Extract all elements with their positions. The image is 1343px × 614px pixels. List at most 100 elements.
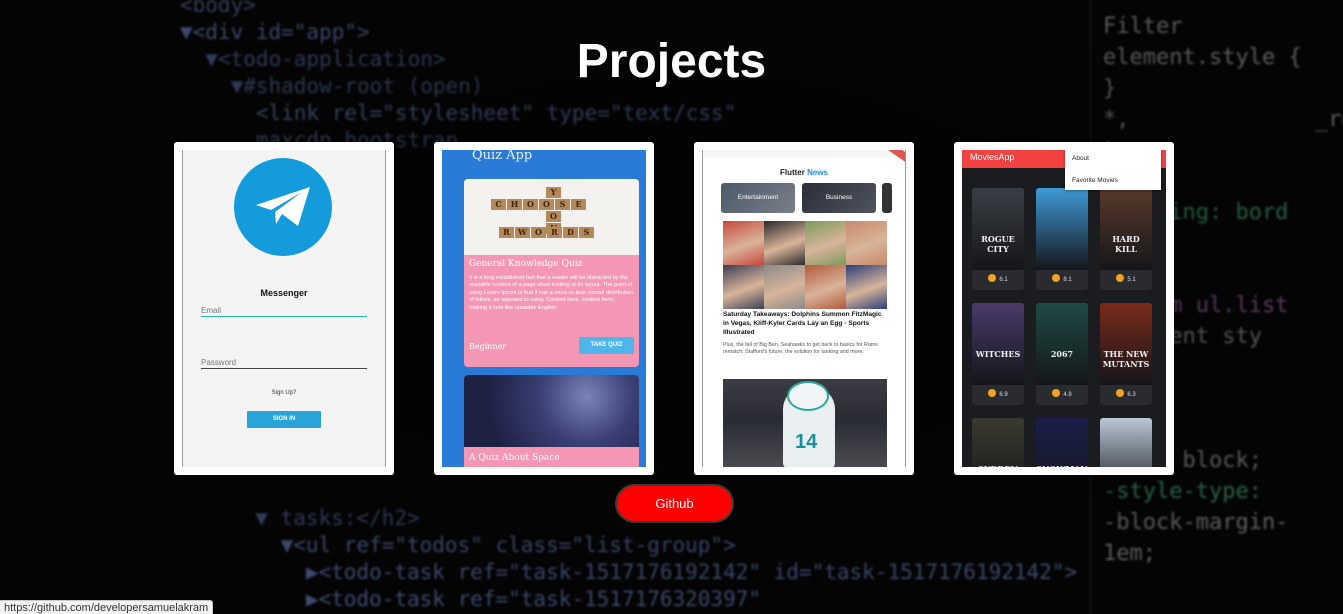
scrabble-tile: W [515, 227, 530, 238]
email-field: Email [201, 306, 367, 317]
movie-tile [1100, 418, 1152, 467]
movie-tile: 2067 4.8 [1036, 303, 1088, 405]
signup-link: Sign Up? [271, 390, 297, 396]
movie-tile: ROGUE CITY 6.1 [972, 188, 1024, 290]
movie-poster [1036, 303, 1088, 385]
scrabble-tile: O [531, 227, 546, 238]
movie-title: HARD KILL [1112, 234, 1140, 254]
star-icon [988, 389, 997, 397]
collage-photo [764, 265, 805, 309]
movie-title: SNOWMAN [1036, 464, 1088, 467]
space-image [464, 375, 639, 447]
category-tile [882, 183, 892, 213]
quiz-card: A Quiz About Space [464, 375, 639, 467]
movie-rating-value: 6.9 [999, 392, 1008, 398]
project-card-quiz-app[interactable]: Quiz App CHOOSEYOURWORDS General Knowled… [434, 142, 654, 475]
movie-tile: HARD KILL 5.1 [1100, 188, 1152, 290]
movie-tile: 8.1 [1036, 188, 1088, 290]
movie-tile: SUDDEN DEATH [972, 418, 1024, 467]
scrabble-tiles-image: CHOOSEYOURWORDS [464, 179, 639, 255]
collage-photo [805, 265, 846, 309]
collage-photo [764, 221, 805, 265]
movie-tile: SNOWMAN [1036, 418, 1088, 467]
quiz-app-title: Quiz App [472, 150, 533, 163]
movie-poster [1100, 303, 1152, 385]
status-bar-url: https://github.com/developersamuelakram [0, 600, 214, 614]
star-icon [1116, 274, 1125, 282]
news-app-title: Flutter News [703, 168, 905, 177]
movie-poster [972, 303, 1024, 385]
quiz-card-title: A Quiz About Space [469, 453, 560, 463]
collage-photo [723, 221, 764, 265]
project-card-movies-app[interactable]: MoviesApp ROGUE CITY 6.1 8.1 HARD KILL 5.1 WI… [954, 142, 1174, 475]
category-tile: Business [802, 183, 876, 213]
category-tile: Entertainment [721, 183, 795, 213]
article-photo-collage [723, 221, 887, 309]
scrabble-tile: Y [546, 187, 561, 198]
collage-photo [846, 221, 887, 265]
page-title: Projects [576, 35, 767, 88]
project-card-flutter-news[interactable]: Flutter News Entertainment Business Satu… [694, 142, 914, 475]
movie-rating-value: 6.3 [1127, 392, 1136, 398]
movie-poster [1036, 418, 1088, 467]
project-screenshot-flutter-news: Flutter News Entertainment Business Satu… [702, 150, 906, 467]
star-icon [1116, 389, 1125, 397]
scrabble-tile: C [491, 199, 506, 210]
movie-poster [972, 188, 1024, 270]
movie-rating: 6.1 [972, 271, 1024, 290]
scrabble-tile: O [539, 199, 554, 210]
star-icon [1052, 274, 1061, 282]
news-app-title-suffix: News [807, 168, 829, 177]
movie-title: ROGUE CITY [981, 234, 1015, 254]
scrabble-tile: O [523, 199, 538, 210]
movie-rating: 8.1 [1036, 271, 1088, 290]
password-field: Password [201, 358, 367, 369]
movie-title: WITCHES [975, 349, 1021, 359]
github-button[interactable]: Github [615, 484, 734, 523]
overflow-menu: About Favorite Movies [1065, 150, 1161, 190]
movie-poster [972, 418, 1024, 467]
project-card-messenger[interactable]: Messenger Email Password Sign Up? SIGN I… [174, 142, 394, 475]
quiz-card-level: Beginner [469, 342, 507, 351]
movie-rating-value: 6.1 [999, 277, 1008, 283]
phone-status-bar [703, 150, 905, 158]
movie-poster [1100, 418, 1152, 467]
movie-rating: 6.9 [972, 386, 1024, 405]
telegram-icon [234, 158, 332, 256]
scrabble-tile: R [547, 227, 562, 238]
article-photo: 14 [723, 379, 887, 467]
scrabble-tile: S [555, 199, 570, 210]
movie-title: 2067 [1050, 349, 1074, 359]
movie-rating-value: 4.8 [1063, 392, 1072, 398]
movie-title: SUDDEN DEATH [972, 464, 1024, 467]
collage-photo [805, 221, 846, 265]
movie-rating: 6.3 [1100, 386, 1152, 405]
star-icon [1052, 389, 1061, 397]
movie-grid: ROGUE CITY 6.1 8.1 HARD KILL 5.1 WITCHES 6.9 20… [962, 168, 1166, 467]
article-summary: Plus, the fall of Big Ben, Seahawks to g… [723, 342, 878, 355]
scrabble-tile: H [507, 199, 522, 210]
scrabble-tile: D [563, 227, 578, 238]
quiz-card-description: It is a long established fact that a rea… [469, 275, 633, 311]
project-screenshot-quiz-app: Quiz App CHOOSEYOURWORDS General Knowled… [442, 150, 646, 467]
collage-photo [723, 265, 764, 309]
menu-item-favorite-movies: Favorite Movies [1072, 177, 1118, 184]
movie-rating-value: 5.1 [1127, 277, 1136, 283]
star-icon [988, 274, 997, 282]
movies-app-title: MoviesApp [970, 152, 1015, 162]
project-screenshot-messenger: Messenger Email Password Sign Up? SIGN I… [182, 150, 386, 467]
quiz-card: CHOOSEYOURWORDS General Knowledge Quiz I… [464, 179, 639, 367]
jersey-number: 14 [795, 431, 818, 453]
scrabble-tile: R [499, 227, 514, 238]
collage-photo [846, 265, 887, 309]
movie-tile: WITCHES 6.9 [972, 303, 1024, 405]
scrabble-tile: S [579, 227, 594, 238]
movie-poster [1036, 188, 1088, 270]
movie-poster [1100, 188, 1152, 270]
movie-rating: 4.8 [1036, 386, 1088, 405]
movie-rating: 5.1 [1100, 271, 1152, 290]
signin-button: SIGN IN [247, 411, 321, 428]
quiz-card-title: General Knowledge Quiz [469, 259, 583, 269]
movie-tile: THE NEW MUTANTS 6.3 [1100, 303, 1152, 405]
project-screenshot-movies-app: MoviesApp ROGUE CITY 6.1 8.1 HARD KILL 5.1 WI… [962, 150, 1166, 467]
